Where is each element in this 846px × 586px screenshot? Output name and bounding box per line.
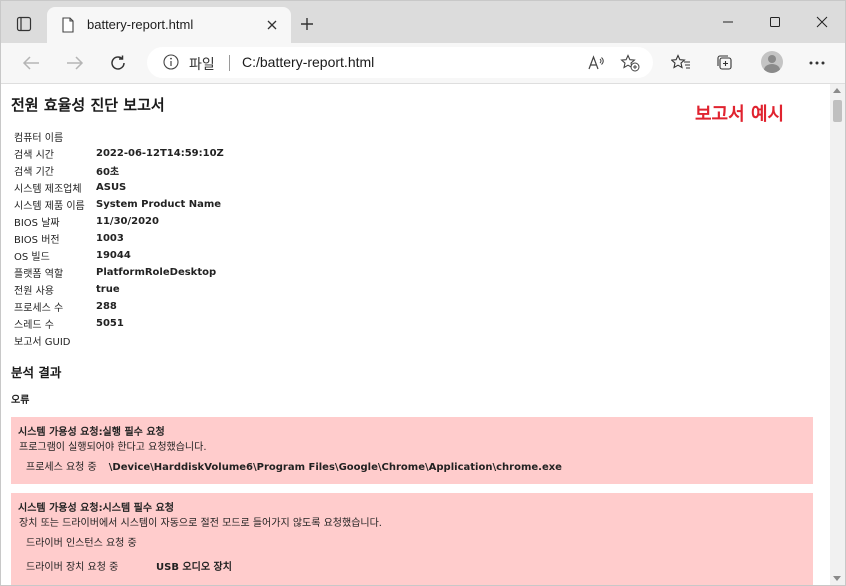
vertical-scrollbar[interactable] <box>830 84 845 585</box>
info-value: 1003 <box>96 233 124 244</box>
read-aloud-icon[interactable] <box>585 52 607 74</box>
error-detail-key: 프로세스 요청 중 <box>26 462 97 473</box>
error-detail-row: 프로세스 요청 중 \Device\HarddiskVolume6\Program… <box>26 458 562 473</box>
info-row: 플랫폼 역할 PlatformRoleDesktop <box>14 264 224 281</box>
info-key: 플랫폼 역할 <box>14 269 64 280</box>
error-title: 시스템 가용성 요청:실행 필수 요청 <box>18 427 165 438</box>
error-description: 장치 또는 드라이버에서 시스템이 자동으로 절전 모드로 들어가지 않도록 요… <box>19 518 382 529</box>
error-detail-key: 드라이버 인스턴스 요청 중 <box>26 538 137 549</box>
tab-actions-icon[interactable] <box>11 11 37 37</box>
tab-battery-report[interactable]: battery-report.html <box>47 7 291 43</box>
error-detail-key: 드라이버 장치 요청 중 <box>26 562 119 573</box>
back-button[interactable] <box>18 50 44 76</box>
info-key: 컴퓨터 이름 <box>14 133 64 144</box>
error-card: 시스템 가용성 요청:시스템 필수 요청 장치 또는 드라이버에서 시스템이 자… <box>11 493 813 585</box>
info-value: 5051 <box>96 318 124 329</box>
info-row: 전원 사용 true <box>14 281 224 298</box>
scroll-down-icon[interactable] <box>833 576 841 581</box>
info-key: 시스템 제품 이름 <box>14 201 85 212</box>
system-info-table: 컴퓨터 이름 검색 시간 2022-06-12T14:59:10Z 검색 기간 60… <box>14 128 224 349</box>
info-row: BIOS 버전 1003 <box>14 230 224 247</box>
info-key: 시스템 제조업체 <box>14 184 82 195</box>
info-key: BIOS 날짜 <box>14 218 60 229</box>
page-icon <box>61 17 75 37</box>
info-key: 프로세스 수 <box>14 303 64 314</box>
maximize-button[interactable] <box>752 1 798 43</box>
info-row: 보고서 GUID <box>14 332 224 349</box>
info-value: 288 <box>96 301 117 312</box>
info-value: ASUS <box>96 182 127 193</box>
new-tab-button[interactable] <box>297 14 317 34</box>
close-window-button[interactable] <box>799 1 845 43</box>
refresh-button[interactable] <box>105 50 131 76</box>
scroll-thumb[interactable] <box>833 100 842 122</box>
address-separator <box>229 55 230 71</box>
error-detail-row: 드라이버 인스턴스 요청 중 <box>26 534 149 549</box>
info-value: System Product Name <box>96 199 222 210</box>
analysis-title: 분석 결과 <box>11 365 62 380</box>
browser-window: battery-report.html 파일 C:/battery-report… <box>0 0 846 586</box>
tab-bar: battery-report.html <box>1 1 845 43</box>
info-icon[interactable] <box>163 54 179 74</box>
info-key: 스레드 수 <box>14 320 54 331</box>
more-options-icon[interactable] <box>804 50 830 76</box>
forward-button[interactable] <box>62 50 88 76</box>
address-url[interactable]: C:/battery-report.html <box>242 54 374 70</box>
page-content: 전원 효율성 진단 보고서 보고서 예시 컴퓨터 이름 검색 시간 2022-06… <box>1 84 830 585</box>
info-row: BIOS 날짜 11/30/2020 <box>14 213 224 230</box>
sample-label: 보고서 예시 <box>695 104 785 125</box>
info-key: BIOS 버전 <box>14 235 60 246</box>
minimize-button[interactable] <box>705 1 751 43</box>
scroll-up-icon[interactable] <box>833 88 841 93</box>
info-row: 프로세스 수 288 <box>14 298 224 315</box>
info-key: 전원 사용 <box>14 286 54 297</box>
error-detail-value: \Device\HarddiskVolume6\Program Files\Go… <box>108 462 562 473</box>
close-tab-icon[interactable] <box>263 16 281 34</box>
info-row: 스레드 수 5051 <box>14 315 224 332</box>
info-row: 검색 기간 60초 <box>14 162 224 179</box>
info-row: 검색 시간 2022-06-12T14:59:10Z <box>14 145 224 162</box>
info-value: 11/30/2020 <box>96 216 159 227</box>
profile-avatar[interactable] <box>761 51 783 73</box>
errors-title: 오류 <box>11 395 30 406</box>
info-value: 19044 <box>96 250 131 261</box>
add-favorite-icon[interactable] <box>619 52 641 74</box>
address-scheme: 파일 <box>189 57 215 73</box>
info-row: OS 빌드 19044 <box>14 247 224 264</box>
info-key: 검색 시간 <box>14 150 54 161</box>
toolbar: 파일 C:/battery-report.html <box>1 43 845 84</box>
error-detail-row: 드라이버 장치 요청 중 USB 오디오 장치 <box>26 558 232 573</box>
info-row: 시스템 제조업체 ASUS <box>14 179 224 196</box>
error-card: 시스템 가용성 요청:실행 필수 요청 프로그램이 실행되어야 한다고 요청했습… <box>11 417 813 484</box>
tab-title: battery-report.html <box>87 17 194 32</box>
favorites-icon[interactable] <box>668 50 694 76</box>
info-row: 컴퓨터 이름 <box>14 128 224 145</box>
info-value: PlatformRoleDesktop <box>96 267 217 278</box>
info-value: 60초 <box>96 167 120 178</box>
info-key: OS 빌드 <box>14 252 50 263</box>
info-key: 검색 기간 <box>14 167 54 178</box>
error-title: 시스템 가용성 요청:시스템 필수 요청 <box>18 503 174 514</box>
info-value: 2022-06-12T14:59:10Z <box>96 148 224 159</box>
info-row: 시스템 제품 이름 System Product Name <box>14 196 224 213</box>
info-key: 보고서 GUID <box>14 337 71 348</box>
address-bar[interactable]: 파일 C:/battery-report.html <box>147 47 653 78</box>
report-title: 전원 효율성 진단 보고서 <box>11 96 165 114</box>
collections-icon[interactable] <box>712 50 738 76</box>
info-value: true <box>96 284 120 295</box>
error-detail-value: USB 오디오 장치 <box>156 562 232 573</box>
error-description: 프로그램이 실행되어야 한다고 요청했습니다. <box>19 442 207 453</box>
